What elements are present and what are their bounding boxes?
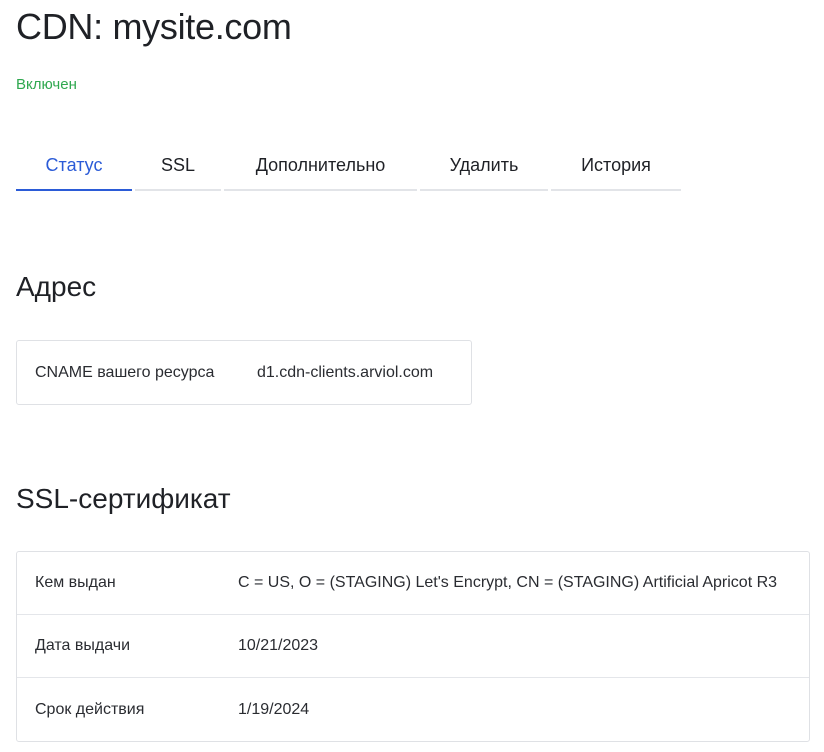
cname-row: CNAME вашего ресурса d1.cdn-clients.arvi… xyxy=(17,341,471,404)
expiry-value: 1/19/2024 xyxy=(238,700,310,718)
tab-delete[interactable]: Удалить xyxy=(420,141,548,191)
cname-value: d1.cdn-clients.arviol.com xyxy=(257,363,434,381)
expiry-label: Срок действия xyxy=(35,700,145,718)
ssl-heading: SSL-сертификат xyxy=(16,483,231,514)
address-card: CNAME вашего ресурса d1.cdn-clients.arvi… xyxy=(16,340,472,405)
issue-date-label: Дата выдачи xyxy=(35,637,131,654)
issuer-label: Кем выдан xyxy=(35,574,116,591)
page-title: CDN: mysite.com xyxy=(16,6,292,47)
tab-history[interactable]: История xyxy=(551,141,681,191)
issuer-value: C = US, O = (STAGING) Let's Encrypt, CN … xyxy=(238,574,778,591)
issue-date-value: 10/21/2023 xyxy=(238,637,319,654)
address-heading: Адрес xyxy=(16,271,97,302)
tab-ssl[interactable]: SSL xyxy=(135,141,221,191)
tab-bar: Статус SSL Дополнительно Удалить История xyxy=(16,141,681,191)
tab-status[interactable]: Статус xyxy=(16,141,132,191)
status-badge: Включен xyxy=(16,76,77,93)
tab-advanced[interactable]: Дополнительно xyxy=(224,141,417,191)
cname-label: CNAME вашего ресурса xyxy=(35,363,215,381)
ssl-card: Кем выдан C = US, O = (STAGING) Let's En… xyxy=(16,551,810,742)
table-row: Срок действия 1/19/2024 xyxy=(17,678,809,741)
table-row: Дата выдачи 10/21/2023 xyxy=(17,615,809,678)
table-row: Кем выдан C = US, O = (STAGING) Let's En… xyxy=(17,552,809,615)
